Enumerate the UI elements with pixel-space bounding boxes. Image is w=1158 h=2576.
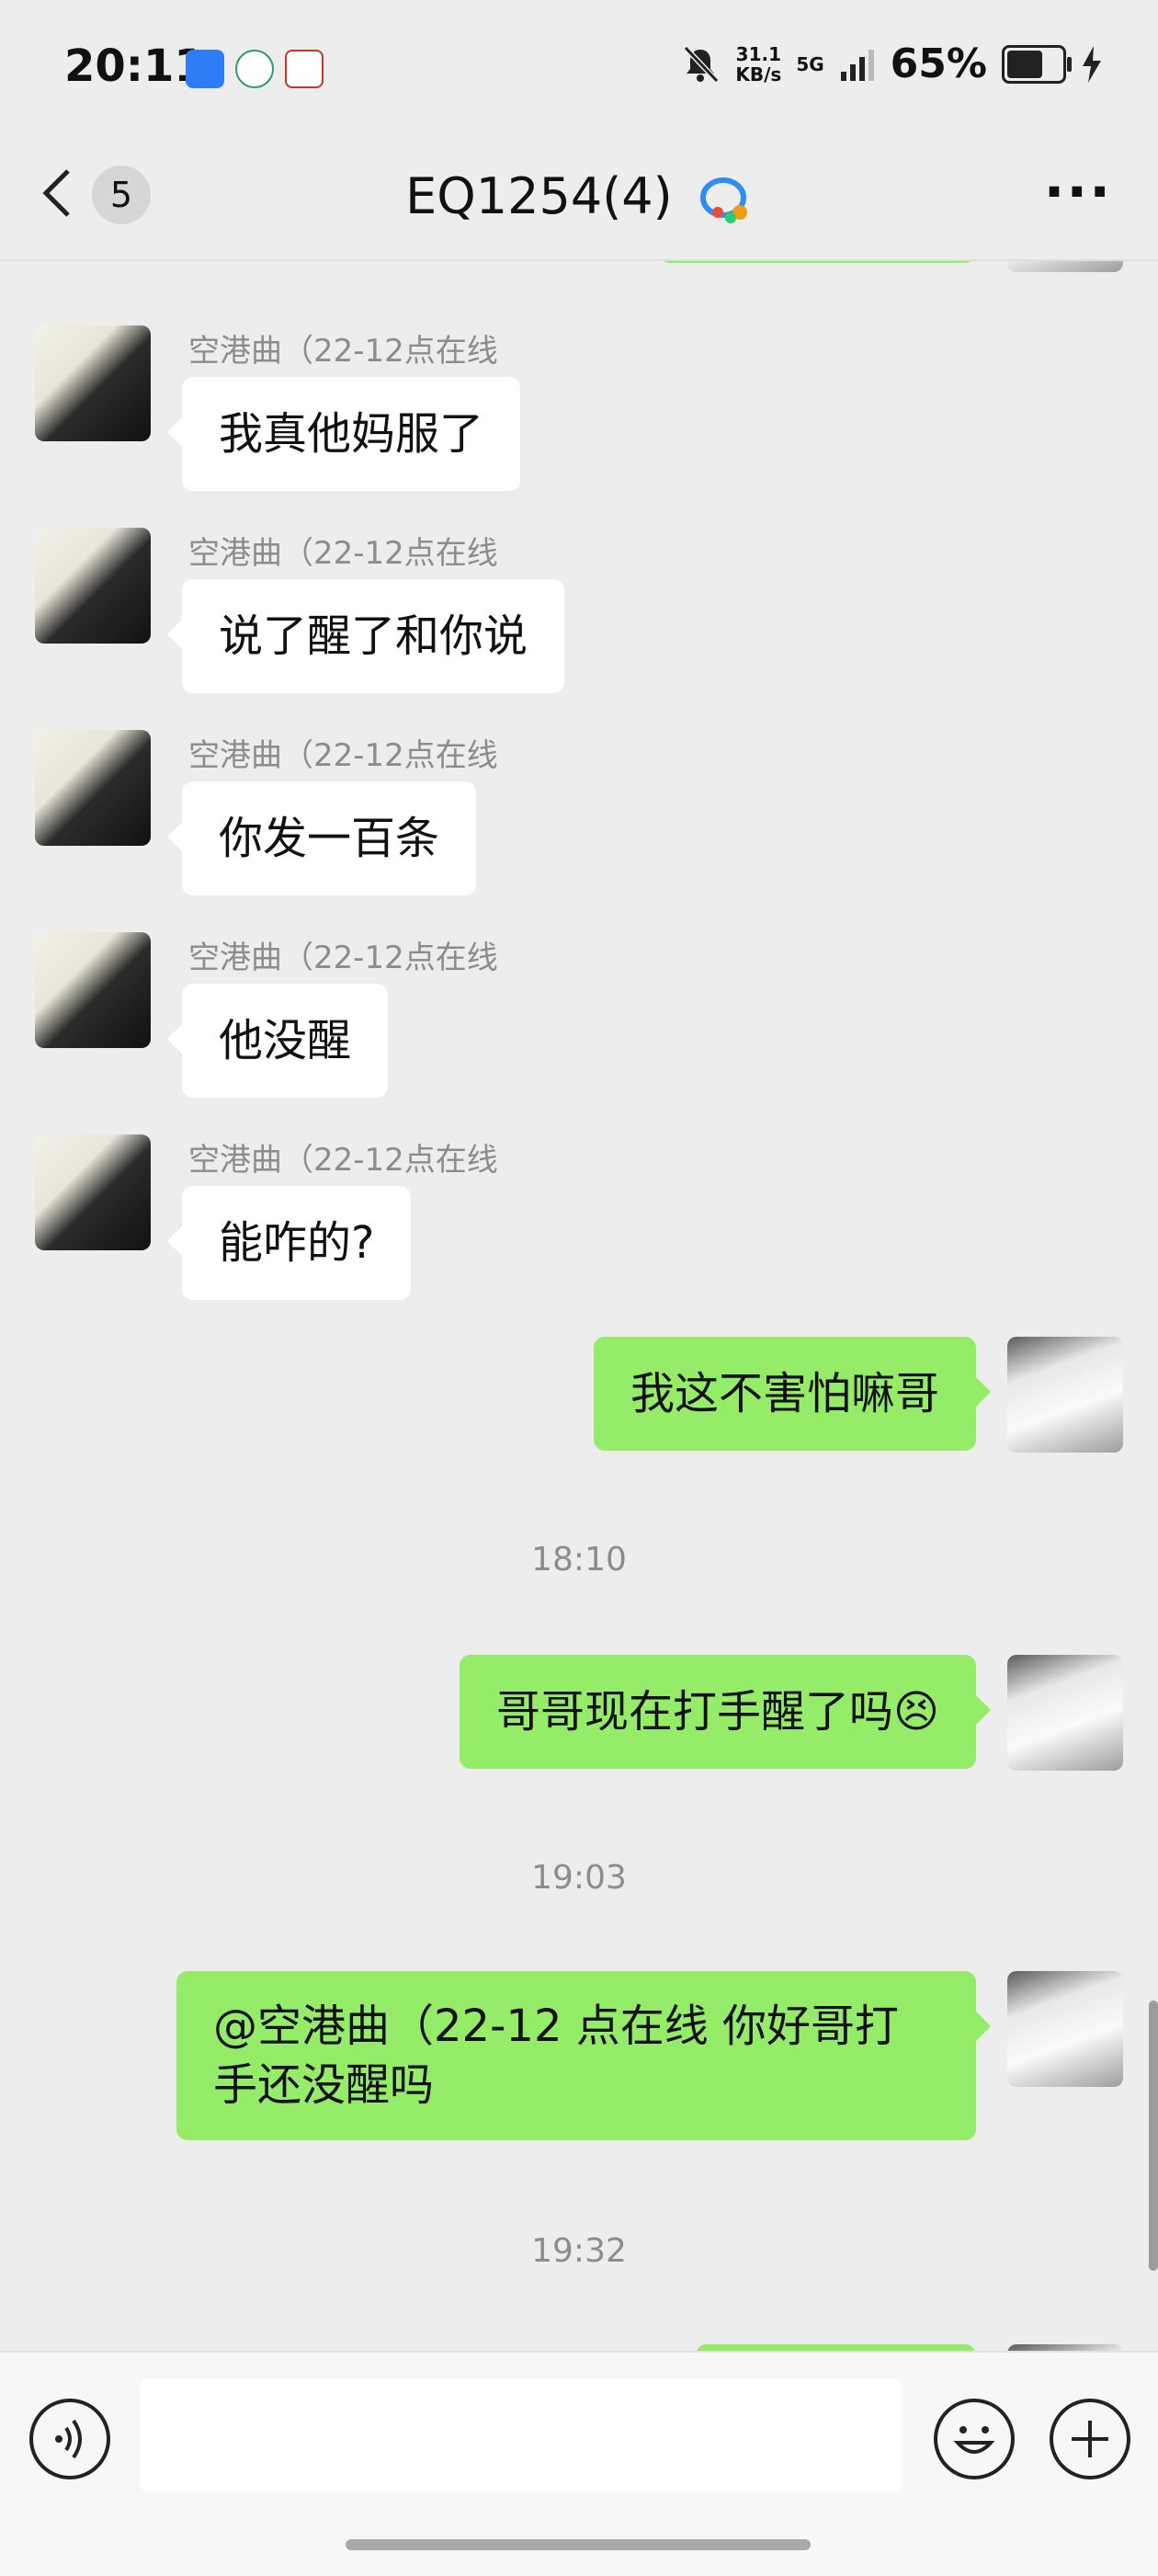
group-name: EQ1254(4) [405, 167, 673, 225]
plus-icon [1072, 2421, 1108, 2457]
sender-name: 空港曲（22-12点在线 [188, 940, 498, 976]
charging-icon [1083, 45, 1101, 83]
emoji-button[interactable] [934, 2399, 1015, 2479]
timestamp: 19:32 [531, 2232, 627, 2270]
hotspot-icon [186, 50, 224, 88]
battery-icon [1002, 44, 1072, 84]
network-speed: 31.1 KB/s [735, 42, 782, 85]
message-bubble[interactable]: 你发一百条 [166, 781, 477, 895]
scrollbar[interactable] [1149, 2000, 1158, 2271]
network-type: 5G [796, 52, 824, 75]
sender-avatar[interactable] [35, 730, 151, 846]
outgoing-message-bubble[interactable]: 我这不害怕嘛哥 [593, 1337, 992, 1451]
mute-bell-icon [684, 45, 720, 83]
chat-header: 5 EQ1254(4) ··· [0, 138, 1158, 261]
sender-avatar[interactable] [35, 528, 151, 644]
outgoing-message-bubble[interactable]: 哥哥现在打手醒了吗😣 [459, 1655, 992, 1769]
home-indicator[interactable] [346, 2539, 811, 2550]
more-button[interactable]: ··· [1044, 165, 1112, 220]
my-avatar[interactable] [1007, 2344, 1123, 2351]
message-bubble-partial[interactable] [696, 2344, 976, 2351]
chat-title[interactable]: EQ1254(4) [0, 167, 1158, 225]
sender-name: 空港曲（22-12点在线 [188, 1142, 498, 1179]
sender-name: 空港曲（22-12点在线 [188, 333, 498, 370]
sender-avatar[interactable] [35, 932, 151, 1048]
more-functions-button[interactable] [1050, 2399, 1130, 2479]
emoji-icon [953, 2426, 995, 2454]
group-chat-icon [699, 177, 747, 224]
my-avatar[interactable] [1007, 1971, 1123, 2087]
battery-percent: 65% [890, 40, 987, 87]
ellipsis-icon: ··· [1043, 160, 1112, 224]
voice-button[interactable] [29, 2399, 110, 2479]
signal-icon [840, 49, 874, 81]
my-avatar[interactable] [1007, 259, 1123, 272]
status-time: 20:11 [64, 40, 205, 92]
status-bar: 20:11 31.1 KB/s 5G 65% [0, 0, 1158, 138]
battery-fill [1007, 50, 1042, 78]
voice-icon [55, 2419, 82, 2459]
timestamp: 18:10 [531, 1541, 627, 1579]
sender-name: 空港曲（22-12点在线 [188, 535, 498, 572]
my-avatar[interactable] [1007, 1337, 1123, 1453]
message-bubble[interactable]: 我真他妈服了 [166, 377, 521, 491]
message-list[interactable]: 空港曲（22-12点在线 我真他妈服了 空港曲（22-12点在线 说了醒了和你说… [0, 259, 1158, 2351]
sender-avatar[interactable] [35, 325, 151, 441]
message-bubble[interactable]: 他没醒 [166, 984, 389, 1098]
message-bubble[interactable]: 能咋的? [166, 1186, 412, 1300]
bank-app-icon [235, 50, 274, 88]
my-avatar[interactable] [1007, 1655, 1123, 1771]
outgoing-message-bubble[interactable]: @空港曲（22-12 点在线 你好哥打手还没醒吗 [176, 1971, 991, 2140]
sender-avatar[interactable] [35, 1134, 151, 1250]
message-bubble[interactable]: 说了醒了和你说 [166, 579, 565, 693]
timestamp: 19:03 [531, 1859, 627, 1897]
message-input[interactable] [140, 2378, 903, 2492]
app-notification-icon [285, 50, 324, 88]
sender-name: 空港曲（22-12点在线 [188, 737, 498, 774]
